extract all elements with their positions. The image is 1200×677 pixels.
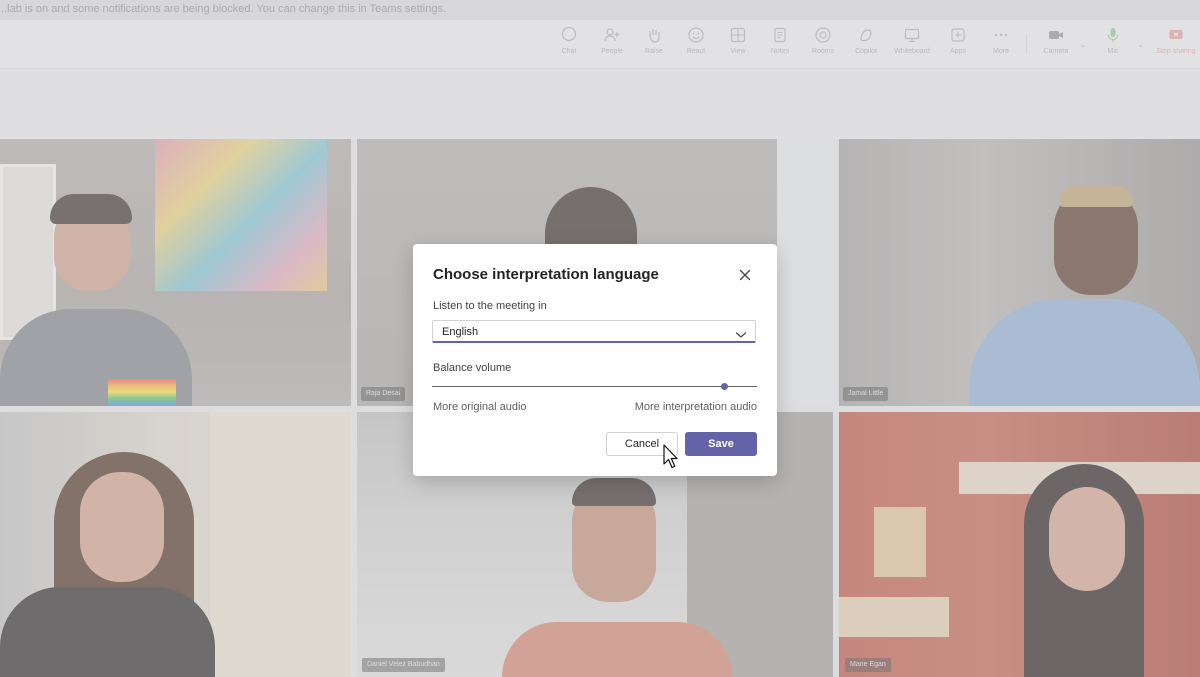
save-button[interactable]: Save [685,432,757,456]
interpretation-language-dialog: Choose interpretation language Listen to… [413,244,777,476]
dialog-title: Choose interpretation language [433,266,659,283]
more-original-audio-label: More original audio [433,401,527,413]
mouse-cursor-icon [663,444,679,470]
chevron-down-icon [735,327,747,338]
slider-track [432,386,757,387]
balance-volume-label: Balance volume [433,362,512,374]
balance-volume-slider[interactable] [432,380,757,394]
language-selected-value: English [442,326,479,338]
more-interpretation-audio-label: More interpretation audio [634,401,757,413]
listen-language-label: Listen to the meeting in [433,300,547,312]
close-icon[interactable] [736,266,754,284]
language-dropdown[interactable]: English [432,320,756,343]
slider-thumb[interactable] [721,383,728,390]
